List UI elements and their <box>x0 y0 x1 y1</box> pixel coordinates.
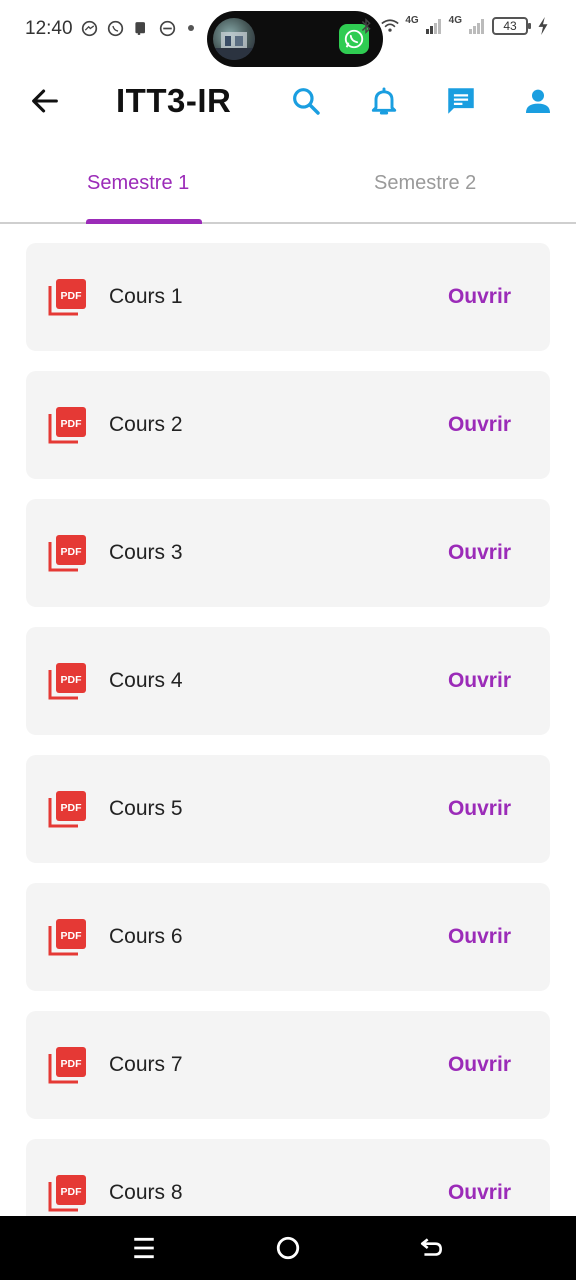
app-icon <box>158 19 176 37</box>
pdf-icon: PDF <box>48 917 88 957</box>
course-card[interactable]: PDF Cours 4 Ouvrir <box>26 627 550 735</box>
signal-icon <box>468 17 486 35</box>
status-notification-icons <box>80 19 194 37</box>
status-time: 12:40 <box>25 18 73 39</box>
system-back-button[interactable] <box>418 1234 446 1262</box>
home-button[interactable] <box>274 1234 302 1262</box>
open-button[interactable]: Ouvrir <box>448 285 511 309</box>
wifi-icon <box>381 17 400 35</box>
menu-icon <box>134 1237 154 1259</box>
search-icon <box>293 88 320 115</box>
open-button[interactable]: Ouvrir <box>448 669 511 693</box>
status-bar: 12:40 4G 4G 43 <box>0 0 576 67</box>
course-title: Cours 8 <box>109 1181 183 1204</box>
pdf-icon: PDF <box>48 661 88 701</box>
network-type-1: 4G <box>405 14 419 26</box>
whatsapp-icon <box>106 19 124 37</box>
notification-icon <box>132 19 150 37</box>
svg-text:PDF: PDF <box>61 546 83 558</box>
status-system-icons: 4G 4G 43 <box>357 14 552 35</box>
pdf-icon: PDF <box>48 533 88 573</box>
tab-semestre-2[interactable]: Semestre 2 <box>374 172 476 195</box>
course-title: Cours 4 <box>109 669 183 692</box>
course-card[interactable]: PDF Cours 8 Ouvrir <box>26 1139 550 1216</box>
course-card[interactable]: PDF Cours 5 Ouvrir <box>26 755 550 863</box>
pdf-icon: PDF <box>48 1173 88 1213</box>
svg-text:PDF: PDF <box>61 1058 83 1070</box>
notifications-button[interactable] <box>367 84 401 118</box>
course-card[interactable]: PDF Cours 6 Ouvrir <box>26 883 550 991</box>
course-title: Cours 7 <box>109 1053 183 1076</box>
course-title: Cours 3 <box>109 541 183 564</box>
messenger-icon <box>80 19 98 37</box>
home-circle-icon <box>276 1236 300 1260</box>
system-nav-bar <box>0 1216 576 1280</box>
battery-indicator: 43 <box>492 17 531 35</box>
more-notifications-dot <box>188 25 194 31</box>
svg-text:PDF: PDF <box>61 418 83 430</box>
search-button[interactable] <box>289 84 323 118</box>
profile-button[interactable] <box>521 84 555 118</box>
svg-text:PDF: PDF <box>61 290 83 302</box>
course-title: Cours 2 <box>109 413 183 436</box>
back-arrow-icon <box>420 1238 442 1256</box>
contact-avatar <box>213 18 255 60</box>
open-button[interactable]: Ouvrir <box>448 413 511 437</box>
open-button[interactable]: Ouvrir <box>448 925 511 949</box>
course-title: Cours 5 <box>109 797 183 820</box>
pdf-icon: PDF <box>48 789 88 829</box>
course-title: Cours 6 <box>109 925 183 948</box>
tab-indicator <box>86 219 202 224</box>
svg-text:PDF: PDF <box>61 1186 83 1198</box>
open-button[interactable]: Ouvrir <box>448 797 511 821</box>
chat-icon <box>448 88 474 114</box>
pdf-icon: PDF <box>48 405 88 445</box>
back-button[interactable] <box>28 84 62 118</box>
network-type-2: 4G <box>448 14 462 26</box>
course-title: Cours 1 <box>109 285 183 308</box>
svg-text:PDF: PDF <box>61 674 83 686</box>
pdf-icon: PDF <box>48 1045 88 1085</box>
course-list[interactable]: PDF Cours 1 Ouvrir PDF Cours 2 Ouvrir PD… <box>26 243 550 1216</box>
course-card[interactable]: PDF Cours 7 Ouvrir <box>26 1011 550 1119</box>
person-icon <box>526 89 550 113</box>
bell-icon <box>371 87 397 115</box>
signal-icon <box>425 17 443 35</box>
course-card[interactable]: PDF Cours 2 Ouvrir <box>26 371 550 479</box>
course-card[interactable]: PDF Cours 1 Ouvrir <box>26 243 550 351</box>
app-bar: ITT3-IR <box>0 70 576 134</box>
pdf-icon: PDF <box>48 277 88 317</box>
open-button[interactable]: Ouvrir <box>448 1181 511 1205</box>
messages-button[interactable] <box>444 84 478 118</box>
svg-text:PDF: PDF <box>61 930 83 942</box>
page-title: ITT3-IR <box>116 82 232 119</box>
charging-icon <box>534 17 552 35</box>
tab-semestre-1[interactable]: Semestre 1 <box>87 172 189 195</box>
svg-text:PDF: PDF <box>61 802 83 814</box>
open-button[interactable]: Ouvrir <box>448 541 511 565</box>
open-button[interactable]: Ouvrir <box>448 1053 511 1077</box>
bluetooth-icon <box>357 17 375 35</box>
course-card[interactable]: PDF Cours 3 Ouvrir <box>26 499 550 607</box>
recent-apps-button[interactable] <box>130 1234 158 1262</box>
semester-tabs: Semestre 1 Semestre 2 <box>0 150 576 224</box>
